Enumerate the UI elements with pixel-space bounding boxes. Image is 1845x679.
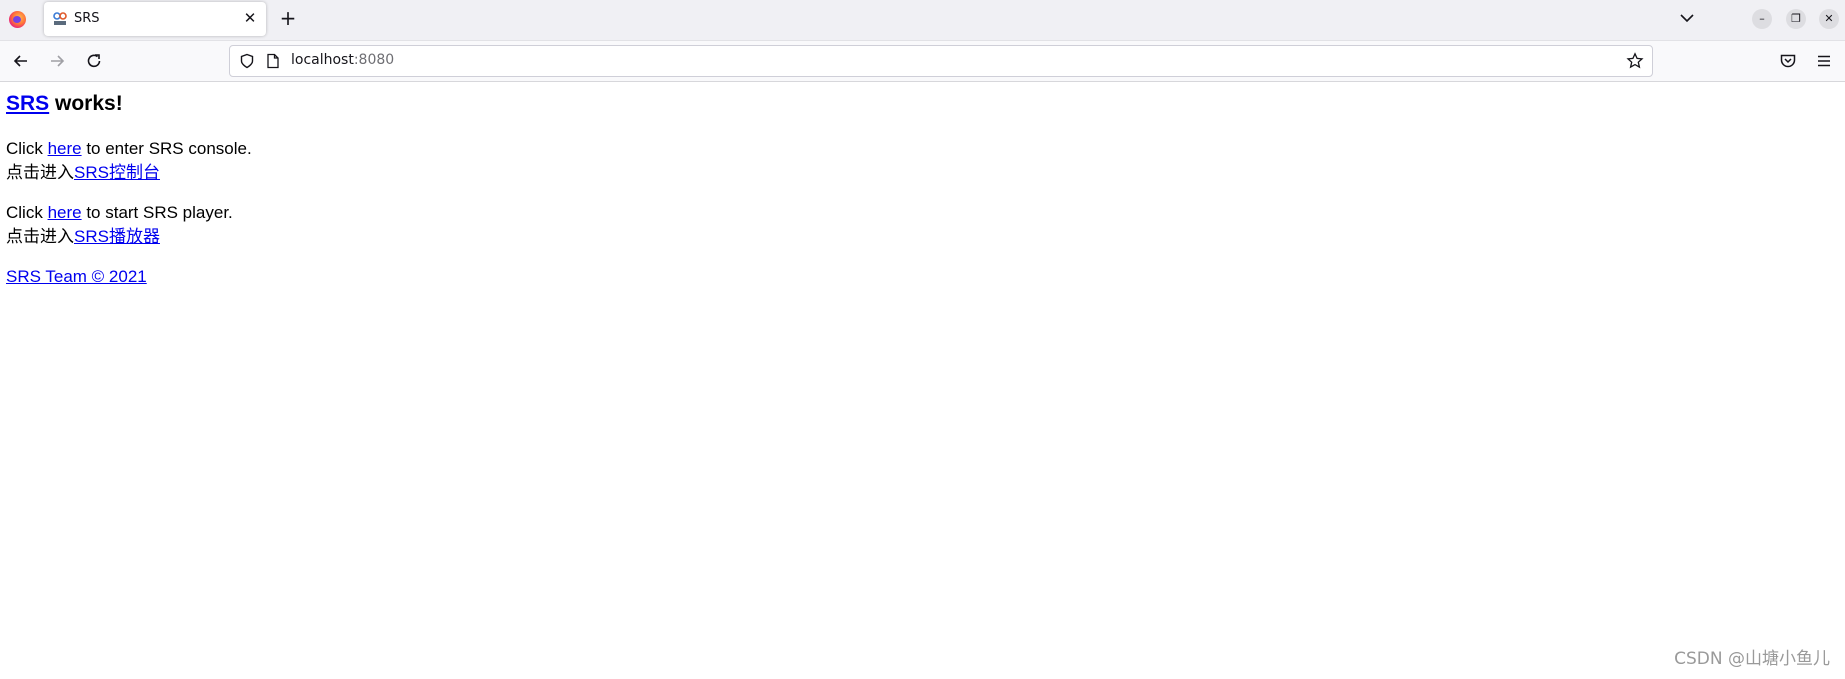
reload-icon[interactable]: [84, 51, 104, 71]
plus-icon[interactable]: +: [278, 8, 298, 28]
console-cn-link[interactable]: SRS控制台: [74, 163, 160, 182]
close-icon[interactable]: ✕: [242, 10, 258, 26]
url-port: :8080: [353, 52, 395, 68]
srs-team-link[interactable]: SRS Team © 2021: [6, 267, 147, 286]
srs-home-link[interactable]: SRS: [6, 92, 49, 115]
page-title-text: works!: [49, 92, 123, 115]
tab-strip: SRS ✕ + – ❐ ✕: [0, 0, 1845, 41]
pocket-icon[interactable]: [1778, 51, 1798, 71]
console-cn-prefix: 点击进入: [6, 163, 74, 182]
console-suffix: to enter SRS console.: [81, 139, 252, 158]
player-suffix: to start SRS player.: [81, 203, 233, 222]
tab-title: SRS: [74, 11, 100, 26]
player-cn-link[interactable]: SRS播放器: [74, 227, 160, 246]
csdn-watermark: CSDN @山塘小鱼儿: [1674, 649, 1830, 669]
minimize-button[interactable]: –: [1752, 9, 1772, 29]
forward-arrow-icon[interactable]: [47, 51, 67, 71]
url-host: localhost: [291, 52, 354, 68]
window-close-button[interactable]: ✕: [1819, 9, 1839, 29]
firefox-logo[interactable]: [9, 11, 26, 28]
back-arrow-icon[interactable]: [11, 51, 31, 71]
player-here-link[interactable]: here: [48, 203, 82, 222]
browser-window: SRS ✕ + – ❐ ✕ localhost:8080 SRS works! …: [0, 0, 1845, 679]
srs-favicon: [53, 12, 67, 25]
console-here-link[interactable]: here: [48, 139, 82, 158]
player-prefix: Click: [6, 203, 48, 222]
chevron-down-icon[interactable]: [1677, 8, 1697, 28]
navigation-toolbar: localhost:8080: [0, 41, 1845, 82]
shield-icon[interactable]: [239, 53, 255, 69]
hamburger-menu-icon[interactable]: [1814, 51, 1834, 71]
page-content: SRS works! Click here to enter SRS conso…: [6, 82, 1836, 289]
player-cn-prefix: 点击进入: [6, 227, 74, 246]
console-paragraph: Click here to enter SRS console. 点击进入SRS…: [6, 137, 1836, 185]
footer-paragraph: SRS Team © 2021: [6, 265, 1836, 289]
page-title: SRS works!: [6, 91, 1836, 117]
star-icon[interactable]: [1626, 52, 1644, 70]
page-icon[interactable]: [266, 53, 280, 69]
console-prefix: Click: [6, 139, 48, 158]
restore-button[interactable]: ❐: [1786, 9, 1806, 29]
player-paragraph: Click here to start SRS player. 点击进入SRS播…: [6, 201, 1836, 249]
url-text[interactable]: localhost:8080: [291, 52, 394, 68]
tab-srs[interactable]: SRS ✕: [44, 2, 266, 36]
url-bar[interactable]: localhost:8080: [229, 45, 1653, 77]
